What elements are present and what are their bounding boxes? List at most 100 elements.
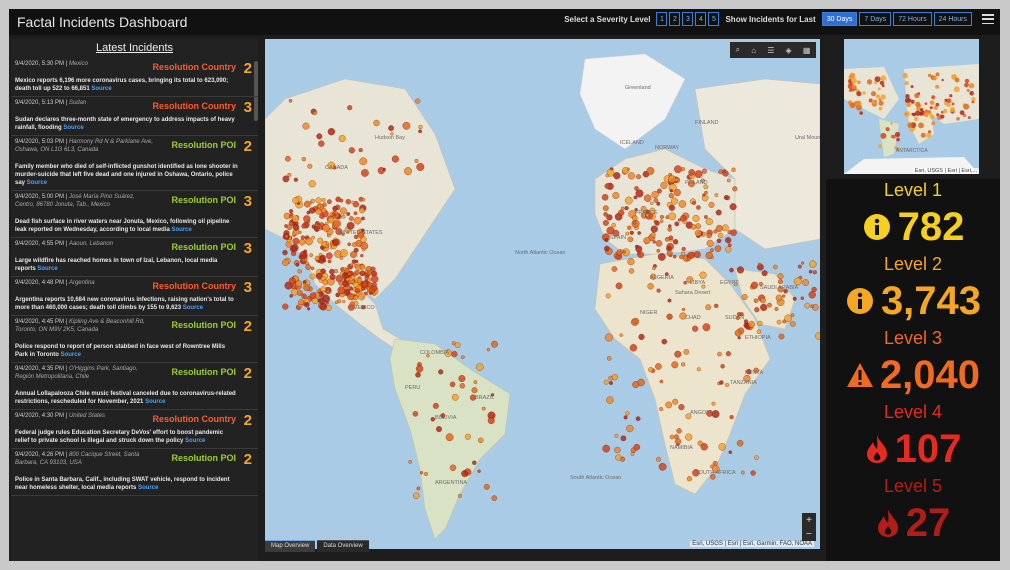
incident-marker[interactable]	[332, 213, 337, 217]
incident-marker[interactable]	[679, 255, 684, 260]
incident-marker[interactable]	[348, 147, 355, 154]
incident-marker[interactable]	[729, 415, 734, 420]
incident-marker[interactable]	[809, 260, 817, 268]
incident-marker[interactable]	[655, 363, 662, 370]
incident-marker[interactable]	[767, 302, 772, 308]
incident-marker[interactable]	[357, 278, 363, 284]
incident-marker[interactable]	[459, 383, 465, 389]
incident-marker[interactable]	[288, 221, 293, 226]
incident-marker[interactable]	[691, 224, 697, 230]
incident-marker[interactable]	[655, 240, 663, 247]
incident-marker[interactable]	[624, 196, 633, 205]
incident-marker[interactable]	[370, 266, 376, 272]
incident-marker[interactable]	[320, 286, 327, 293]
layers-icon[interactable]: ◈	[786, 46, 792, 55]
incident-marker[interactable]	[628, 268, 635, 274]
incident-marker[interactable]	[705, 251, 713, 260]
incident-marker[interactable]	[778, 279, 783, 285]
incident-marker[interactable]	[800, 296, 805, 300]
incident-marker[interactable]	[345, 277, 350, 282]
incident-marker[interactable]	[718, 443, 726, 451]
incident-marker[interactable]	[693, 251, 701, 258]
incident-marker[interactable]	[436, 426, 442, 433]
incident-marker[interactable]	[359, 270, 365, 276]
incident-marker[interactable]	[714, 303, 719, 309]
incident-marker[interactable]	[753, 298, 759, 303]
incident-marker[interactable]	[321, 207, 327, 214]
incident-marker[interactable]	[741, 294, 748, 300]
incident-marker[interactable]	[611, 222, 616, 228]
incident-marker[interactable]	[451, 393, 459, 401]
incident-marker[interactable]	[359, 264, 366, 270]
incident-source-link[interactable]: Source	[172, 227, 192, 233]
incident-marker[interactable]	[694, 229, 702, 237]
incident-marker[interactable]	[808, 269, 813, 274]
incident-marker[interactable]	[364, 291, 368, 296]
incident-marker[interactable]	[361, 248, 366, 252]
incident-source-link[interactable]: Source	[138, 485, 158, 491]
incident-marker[interactable]	[625, 231, 630, 236]
incident-marker[interactable]	[728, 450, 733, 454]
incident-marker[interactable]	[353, 295, 359, 301]
incident-marker[interactable]	[778, 333, 785, 340]
incident-marker[interactable]	[620, 435, 627, 442]
incident-marker[interactable]	[754, 307, 760, 313]
incident-marker[interactable]	[717, 232, 724, 238]
incident-marker[interactable]	[289, 245, 297, 253]
incident-marker[interactable]	[760, 303, 768, 311]
incident-marker[interactable]	[314, 255, 320, 261]
incident-marker[interactable]	[327, 128, 336, 136]
severity-button-5[interactable]: 5	[708, 12, 720, 26]
incident-marker[interactable]	[372, 293, 376, 297]
incident-marker[interactable]	[671, 361, 679, 369]
incident-marker[interactable]	[743, 319, 749, 324]
incident-marker[interactable]	[329, 268, 335, 275]
incident-marker[interactable]	[627, 236, 634, 243]
incident-marker[interactable]	[659, 219, 664, 223]
incident-item[interactable]: 9/4/2020, 4:30 PM | United States Resolut…	[11, 410, 258, 449]
overview-map-canvas[interactable]: ANTARCTICA	[844, 39, 979, 174]
incident-source-link[interactable]: Source	[61, 352, 81, 358]
incident-marker[interactable]	[477, 469, 481, 473]
incident-marker[interactable]	[424, 471, 428, 476]
incident-marker[interactable]	[412, 411, 419, 417]
incident-marker[interactable]	[282, 249, 288, 256]
incident-marker[interactable]	[686, 257, 691, 261]
incident-marker[interactable]	[721, 224, 729, 232]
incident-item[interactable]: 9/4/2020, 4:26 PM | 800 Cacique Street, …	[11, 449, 258, 496]
overview-map[interactable]: ANTARCTICA Esri, USGS | Esri | Esri,...	[844, 39, 979, 174]
incident-marker[interactable]	[723, 195, 729, 200]
incident-marker[interactable]	[315, 197, 322, 204]
incident-marker[interactable]	[605, 293, 611, 299]
incident-marker[interactable]	[346, 221, 355, 230]
incident-marker[interactable]	[358, 148, 363, 153]
incident-marker[interactable]	[633, 195, 638, 200]
incident-marker[interactable]	[705, 218, 713, 226]
incident-marker[interactable]	[606, 396, 614, 404]
incident-marker[interactable]	[659, 379, 664, 384]
incident-marker[interactable]	[760, 297, 766, 304]
incident-marker[interactable]	[418, 124, 423, 130]
incident-marker[interactable]	[725, 237, 732, 244]
incident-marker[interactable]	[335, 196, 341, 203]
incident-marker[interactable]	[714, 245, 722, 252]
basemap-gallery-icon[interactable]: ▦	[803, 46, 811, 55]
incident-marker[interactable]	[790, 313, 795, 317]
incident-marker[interactable]	[345, 199, 351, 205]
incident-marker[interactable]	[618, 209, 625, 216]
incident-marker[interactable]	[625, 411, 630, 416]
incident-marker[interactable]	[659, 407, 664, 411]
incident-marker[interactable]	[320, 268, 326, 274]
incident-item[interactable]: 9/4/2020, 5:13 PM | Sudan Resolution Coun…	[11, 97, 258, 136]
incident-marker[interactable]	[333, 268, 339, 274]
incident-marker[interactable]	[292, 237, 300, 245]
incident-marker[interactable]	[646, 167, 655, 175]
incident-marker[interactable]	[681, 251, 685, 256]
incident-marker[interactable]	[309, 253, 313, 257]
incident-marker[interactable]	[790, 321, 796, 327]
incident-marker[interactable]	[611, 266, 618, 272]
map-canvas[interactable]: CANADA UNITED STATES MEXICO BRAZIL PERU ARGEN…	[265, 39, 820, 549]
incident-marker[interactable]	[627, 225, 632, 230]
incident-marker[interactable]	[347, 293, 354, 301]
incident-marker[interactable]	[302, 280, 307, 284]
